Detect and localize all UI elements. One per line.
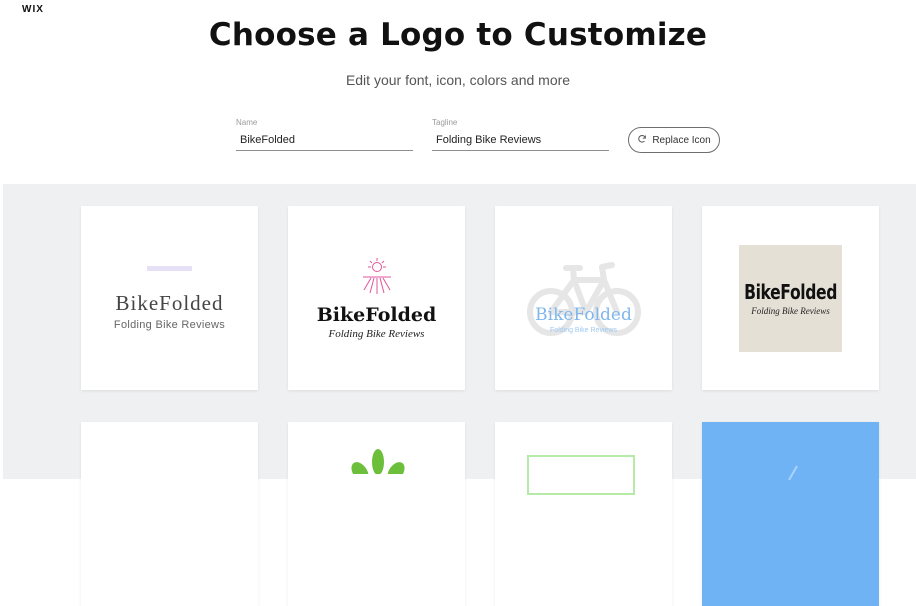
bicycle-icon [527,262,641,336]
frame-border [527,455,635,495]
replace-icon-label: Replace Icon [652,134,711,146]
logo-card-3[interactable]: BikeFolded Folding Bike Reviews [495,206,672,390]
logo-card-5[interactable] [81,422,258,606]
logo-tagline: Folding Bike Reviews [751,306,830,316]
logo-name: BikeFolded [535,305,632,325]
logo-card-8[interactable] [702,422,879,606]
page-title: Choose a Logo to Customize [208,17,708,53]
sun-icon [362,258,391,294]
name-field-label: Name [236,118,258,127]
logo-name: BikeFolded [115,290,224,315]
logo-tagline: Folding Bike Reviews [550,327,617,334]
accent-bar [147,265,192,271]
logo-name: BikeFolded [316,304,437,326]
tagline-field-label: Tagline [432,118,458,127]
corner-logo[interactable]: WIX [22,4,44,15]
logo-card-2[interactable]: BikeFolded Folding Bike Reviews [288,206,465,390]
logo-tagline: Folding Bike Reviews [113,318,226,331]
line-icon [788,465,798,481]
logo-tagline: Folding Bike Reviews [328,328,425,340]
name-field-group: Name [236,118,413,151]
tagline-input[interactable] [432,134,609,151]
logo-gallery: BikeFolded Folding Bike Reviews BikeFold… [3,184,916,606]
logo-card-4[interactable]: BikeFolded Folding Bike Reviews [702,206,879,390]
logo-name: BikeFolded [744,280,837,304]
logo-card-1[interactable]: BikeFolded Folding Bike Reviews [81,206,258,390]
refresh-icon [637,134,647,147]
logo-card-7[interactable] [495,422,672,606]
replace-icon-button[interactable]: Replace Icon [628,127,720,153]
logo-card-6[interactable] [288,422,465,606]
name-input[interactable] [236,134,413,151]
tagline-field-group: Tagline [432,118,609,151]
page-subtitle: Edit your font, icon, colors and more [345,72,571,88]
leaf-icon [351,449,405,474]
logo-badge: BikeFolded Folding Bike Reviews [739,244,842,352]
